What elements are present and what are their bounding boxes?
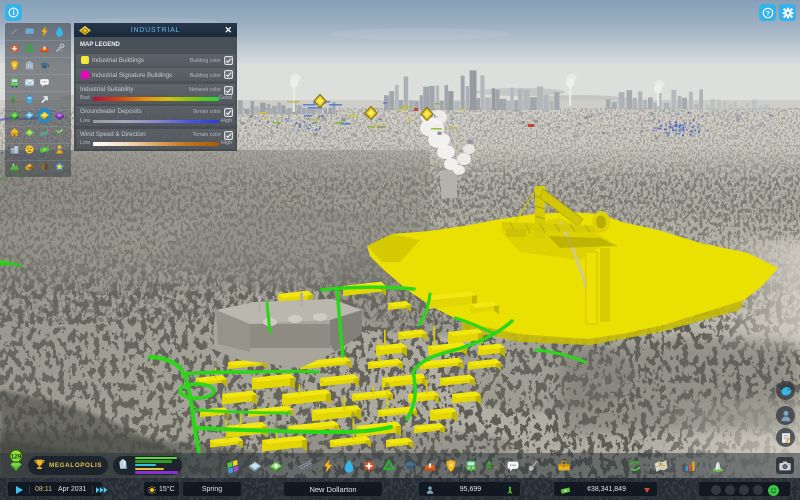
svg-text:129: 129: [11, 453, 22, 460]
svg-text:?: ?: [766, 10, 770, 17]
